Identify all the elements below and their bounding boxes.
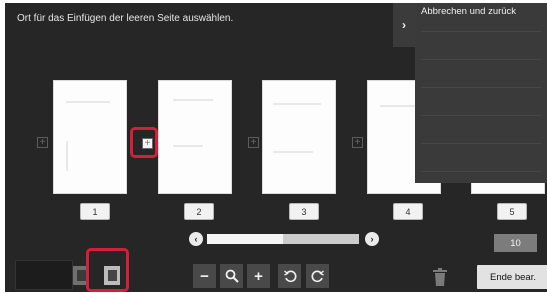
insert-position-marker[interactable]: +	[248, 137, 259, 148]
page-thumbnail[interactable]	[53, 80, 127, 194]
cancel-and-back-button[interactable]: Abbrechen und zurück	[421, 6, 516, 17]
page-content-line	[273, 151, 313, 153]
page-number: 3	[289, 203, 319, 220]
page-content-line	[273, 103, 321, 105]
chevron-right-icon: ›	[402, 18, 406, 32]
menu-divider	[421, 115, 541, 116]
scroll-left-button[interactable]: ‹	[189, 232, 203, 246]
page-thumbnail[interactable]	[262, 80, 336, 194]
screen: Ort für das Einfügen der leeren Seite au…	[0, 0, 547, 293]
rotate-left-icon	[283, 270, 296, 283]
zoom-in-button[interactable]: +	[247, 264, 270, 288]
zoom-in-icon: +	[254, 267, 263, 285]
scroll-right-button[interactable]: ›	[365, 232, 379, 246]
page-number: 5	[497, 203, 527, 220]
page-number: 1	[80, 203, 110, 220]
chevron-right-icon: ›	[370, 234, 374, 244]
menu-divider	[421, 31, 541, 32]
page-content-line	[173, 99, 213, 101]
rotate-right-button[interactable]	[306, 264, 329, 288]
menu-divider	[421, 143, 541, 144]
menu-divider	[421, 171, 541, 172]
zoom-out-button[interactable]: −	[193, 264, 216, 288]
side-menu-toggle[interactable]: ›	[393, 3, 415, 47]
page-number: 4	[393, 203, 423, 220]
magnifier-button[interactable]	[220, 264, 243, 288]
page-content-line	[173, 145, 203, 147]
highlight-page-view-button	[86, 248, 129, 292]
page-content-line	[66, 101, 110, 103]
scrollbar-thumb[interactable]	[207, 234, 283, 244]
chevron-left-icon: ‹	[194, 234, 198, 244]
page-thumbnail[interactable]	[158, 80, 232, 194]
rotate-left-button[interactable]	[278, 264, 301, 288]
rotate-right-icon	[311, 270, 324, 283]
insert-position-marker[interactable]: +	[352, 137, 363, 148]
trash-icon[interactable]	[432, 267, 448, 287]
instruction-text: Ort für das Einfügen der leeren Seite au…	[17, 13, 234, 24]
insert-position-marker[interactable]: +	[37, 137, 48, 148]
end-edit-button[interactable]: Ende bear.	[477, 265, 547, 289]
thumbnail-view-icon	[76, 270, 86, 281]
side-menu: Abbrechen und zurück	[415, 3, 547, 183]
page-scrollbar[interactable]	[207, 234, 359, 244]
zoom-out-icon: −	[200, 267, 209, 285]
page-number: 2	[184, 203, 214, 220]
page-content-line	[66, 141, 68, 171]
highlight-insert-position	[130, 127, 158, 158]
magnifier-icon	[225, 269, 239, 283]
preview-slot	[15, 260, 73, 290]
total-pages-badge: 10	[494, 234, 537, 252]
menu-divider	[421, 87, 541, 88]
menu-divider	[421, 59, 541, 60]
